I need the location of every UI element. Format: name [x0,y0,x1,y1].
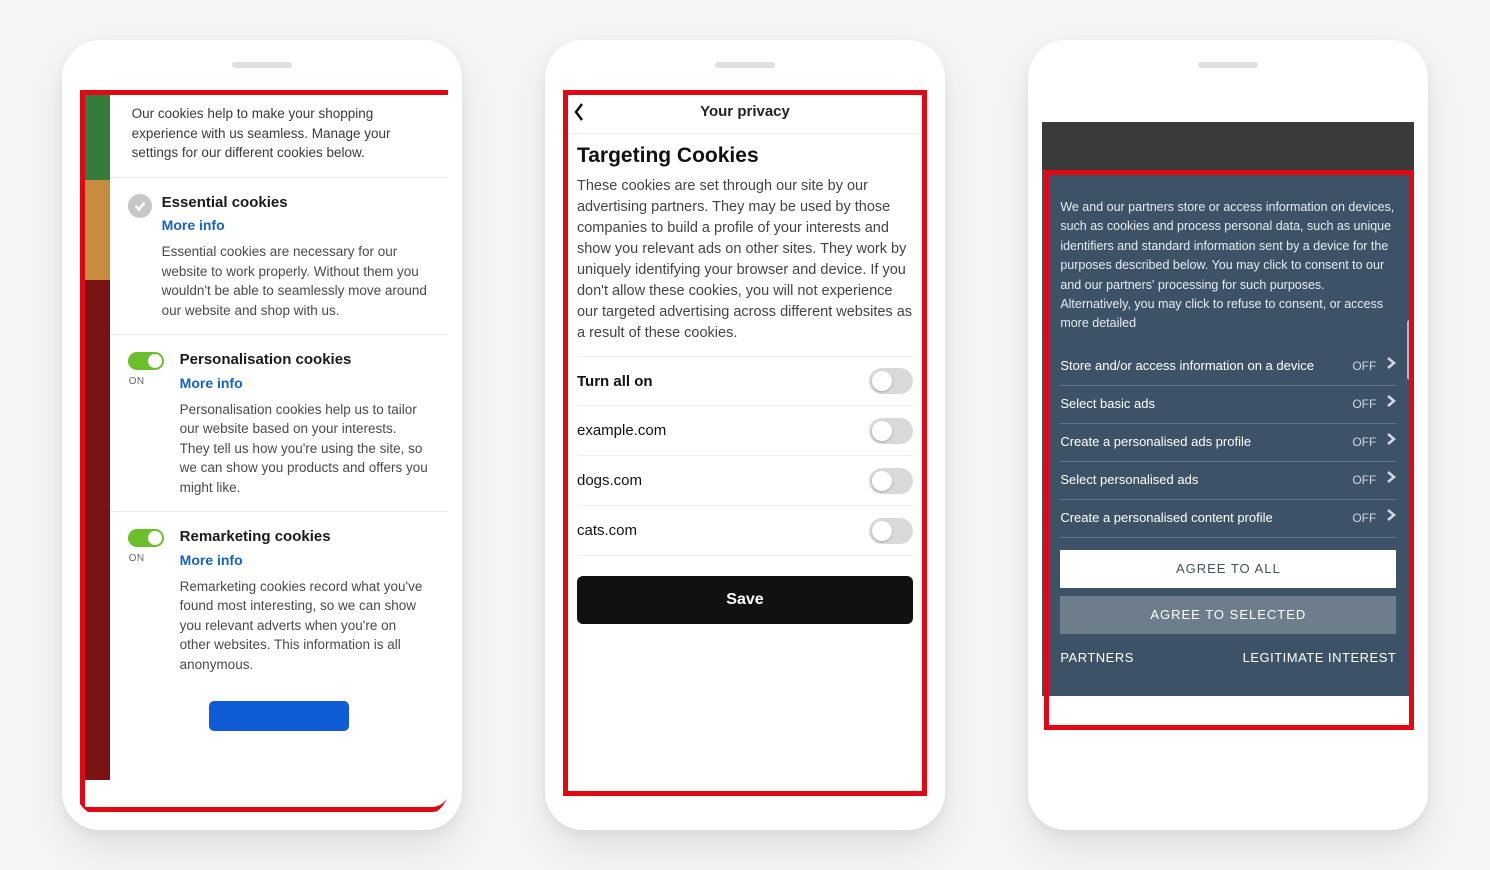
section-title: Remarketing cookies [180,526,430,548]
row-label: dogs.com [577,472,642,489]
row-label: Turn all on [577,373,653,390]
chevron-right-icon [1386,394,1396,414]
section-essential: Essential cookies More info Essential co… [110,177,448,335]
row-state: OFF [1352,433,1376,452]
section-title: Essential cookies [162,192,430,214]
chevron-right-icon [1386,432,1396,452]
row-state: OFF [1352,395,1376,414]
partners-link[interactable]: PARTNERS [1060,648,1134,668]
targeting-cookies-panel: Your privacy Targeting Cookies These coo… [559,90,931,816]
panel-header: Your privacy [559,90,931,134]
intro-text: Our cookies help to make your shopping e… [110,90,448,177]
page-bottom-whitespace [1042,696,1414,816]
dark-header-bar [1042,122,1414,170]
description-text: These cookies are set through our site b… [577,176,913,344]
phone-mockup-2: Your privacy Targeting Cookies These coo… [545,40,945,830]
section-personalisation: ON Personalisation cookies More info Per… [110,334,448,511]
scrollbar-thumb[interactable] [1407,320,1412,380]
switch-example[interactable] [869,418,913,444]
agree-all-button[interactable]: AGREE TO ALL [1060,550,1396,588]
consent-row[interactable]: Create a personalised ads profile OFF [1060,424,1396,462]
toggle-state: ON [129,552,145,567]
intro-text: We and our partners store or access info… [1060,198,1396,334]
section-body: Remarketing cookies record what you've f… [180,577,430,675]
consent-row[interactable]: Store and/or access information on a dev… [1060,348,1396,386]
row-state: OFF [1352,471,1376,490]
toggle-state: ON [129,375,145,390]
chevron-right-icon [1386,508,1396,528]
consent-panel: We and our partners store or access info… [1042,170,1414,696]
toggle-remarketing[interactable] [128,529,164,547]
row-label: Create a personalised content profile [1060,508,1272,528]
consent-row[interactable]: Select basic ads OFF [1060,386,1396,424]
row-label: Store and/or access information on a dev… [1060,356,1314,376]
consent-row[interactable]: Create a personalised content profile OF… [1060,500,1396,538]
switch-cats[interactable] [869,518,913,544]
consent-row[interactable]: Select personalised ads OFF [1060,462,1396,500]
switch-all[interactable] [869,368,913,394]
section-body: Essential cookies are necessary for our … [162,242,430,320]
row-label: example.com [577,422,666,439]
toggle-personalisation[interactable] [128,352,164,370]
toggle-row-all: Turn all on [577,356,913,406]
more-info-link[interactable]: More info [162,215,225,235]
row-state: OFF [1352,357,1376,376]
row-state: OFF [1352,509,1376,528]
save-button[interactable]: Save [577,576,913,624]
toggle-row: cats.com [577,506,913,556]
chevron-right-icon [1386,470,1396,490]
legitimate-interest-link[interactable]: LEGITIMATE INTEREST [1243,648,1397,668]
back-button[interactable] [573,102,585,126]
more-info-link[interactable]: More info [180,550,243,570]
section-remarketing: ON Remarketing cookies More info Remarke… [110,511,448,688]
toggle-row: dogs.com [577,456,913,506]
chevron-right-icon [1386,356,1396,376]
agree-selected-button[interactable]: AGREE TO SELECTED [1060,596,1396,634]
toggle-row: example.com [577,406,913,456]
row-label: Select basic ads [1060,394,1155,414]
row-label: cats.com [577,522,637,539]
more-info-link[interactable]: More info [180,373,243,393]
page-heading: Targeting Cookies [577,144,913,168]
phone-mockup-1: Our cookies help to make your shopping e… [62,40,462,830]
phone-mockup-3: We and our partners store or access info… [1028,40,1428,830]
section-body: Personalisation cookies help us to tailo… [180,400,430,498]
switch-dogs[interactable] [869,468,913,494]
primary-button[interactable] [209,701,349,731]
row-label: Select personalised ads [1060,470,1198,490]
check-icon [128,194,152,218]
row-label: Create a personalised ads profile [1060,432,1251,452]
cookie-settings-panel: Our cookies help to make your shopping e… [110,90,448,816]
section-title: Personalisation cookies [180,349,430,371]
header-title: Your privacy [700,103,790,120]
